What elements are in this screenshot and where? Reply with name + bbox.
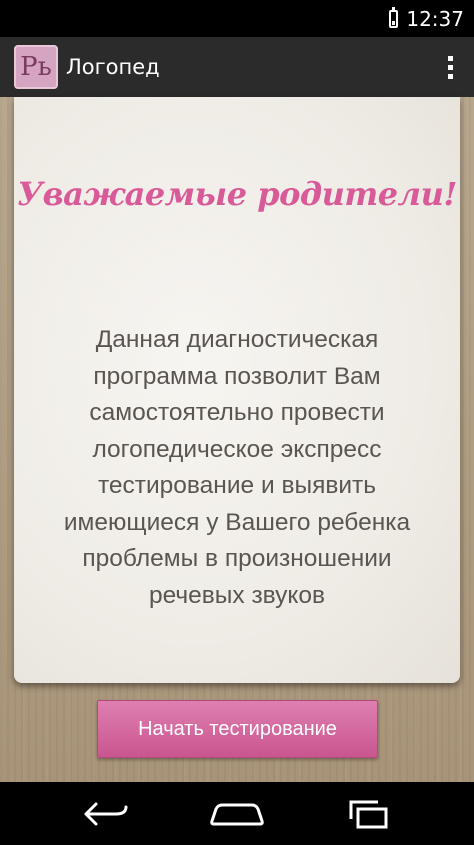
content-area: Уважаемые родители! Данная диагностическ… [0,97,474,782]
status-icons: 12:37 [389,0,464,37]
overflow-dot [447,73,453,79]
paper-card: Уважаемые родители! Данная диагностическ… [14,97,460,683]
action-bar: Рь Логопед [0,37,474,97]
description-line: логопедическое экспресс [92,435,382,463]
description-line: имеющиеся у Вашего ребенка [63,508,411,536]
battery-icon [389,6,399,28]
app-title: Логопед [66,55,160,79]
description-line: тестирование и выявить [97,472,377,499]
status-bar: 12:37 [0,0,474,37]
app-icon[interactable]: Рь [14,45,58,89]
description-line: самостоятельно провести [89,399,385,426]
overflow-dot [447,64,453,70]
navigation-bar [0,782,474,845]
description-line: речевых звуков [148,581,326,609]
overflow-menu-icon[interactable] [426,37,474,97]
greeting-heading: Уважаемые родители! [17,175,457,213]
back-icon[interactable] [61,782,151,845]
clock: 12:37 [406,6,464,31]
description-line: Данная диагностическая [95,326,379,353]
home-icon[interactable] [192,782,282,845]
description-line: проблемы в произношении [82,545,392,572]
description-line: программа позволит Вам [93,362,381,390]
description-text: Данная диагностическая программа позволи… [14,322,460,614]
overflow-dot [447,55,453,61]
start-testing-button[interactable]: Начать тестирование [97,700,378,758]
recents-icon[interactable] [323,782,413,845]
